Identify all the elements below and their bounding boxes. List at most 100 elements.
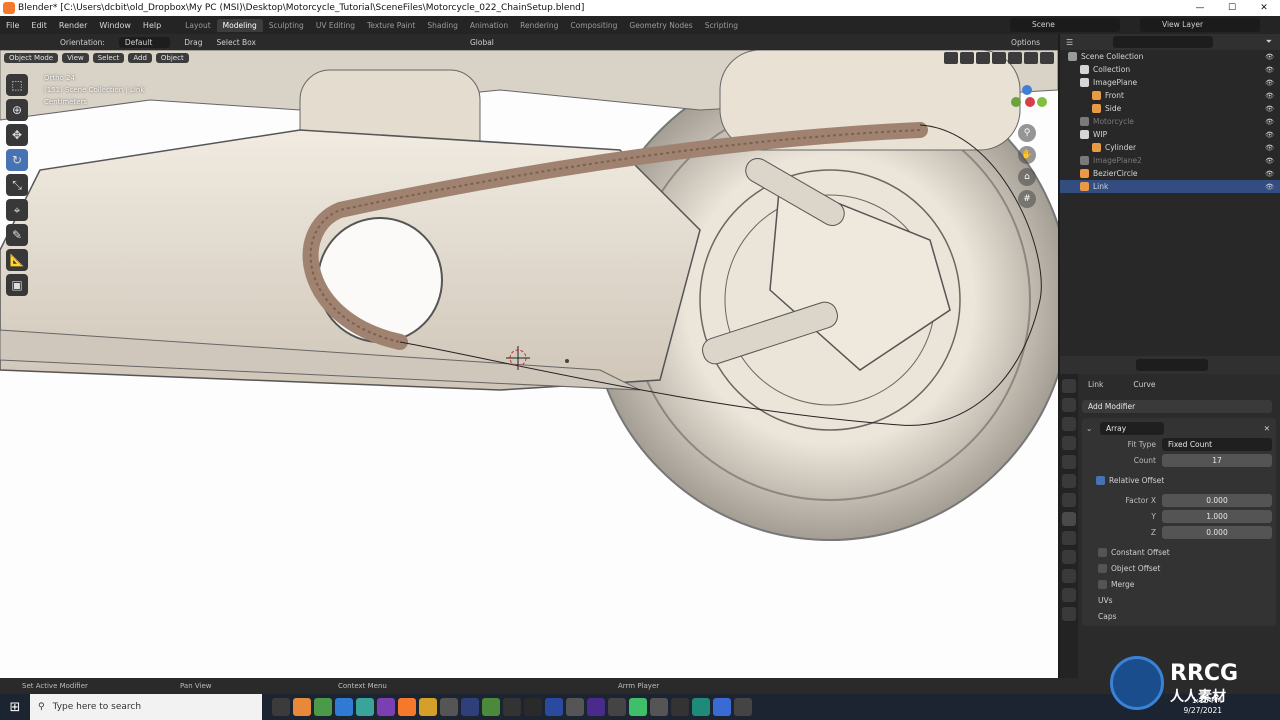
data-tab-icon[interactable] (1062, 588, 1076, 602)
tab-scripting[interactable]: Scripting (699, 19, 744, 32)
tab-animation[interactable]: Animation (464, 19, 514, 32)
menu-help[interactable]: Help (137, 21, 167, 30)
rotate-tool-icon[interactable]: ↻ (6, 149, 28, 171)
app-icon-22[interactable] (712, 698, 731, 716)
curve-control-point[interactable] (565, 359, 569, 363)
close-button[interactable]: ✕ (1248, 0, 1280, 16)
object-menu[interactable]: Object (155, 53, 189, 63)
outliner-row[interactable]: WIP 👁 (1060, 128, 1280, 141)
annotate-tool-icon[interactable]: ✎ (6, 224, 28, 246)
merge-row[interactable]: Merge (1082, 576, 1276, 592)
windows-start-icon[interactable]: ⊞ (0, 700, 30, 715)
count-field[interactable]: 17 (1162, 453, 1272, 467)
blender-app-icon[interactable] (397, 698, 416, 716)
constant-offset-row[interactable]: Constant Offset (1082, 544, 1276, 560)
minimize-button[interactable]: — (1184, 0, 1216, 16)
scene-tab-icon[interactable] (1062, 455, 1076, 469)
select-menu[interactable]: Select (92, 53, 125, 63)
gizmo-toggle[interactable] (960, 52, 974, 64)
app-icon-12[interactable] (502, 698, 521, 716)
factor-x-field[interactable]: 0.000 (1162, 493, 1272, 507)
outliner-row[interactable]: Cylinder 👁 (1060, 141, 1280, 154)
3d-viewport[interactable]: Object Mode View Select Add Object Ortho… (0, 50, 1058, 678)
wireframe-shading[interactable] (992, 52, 1006, 64)
menu-window[interactable]: Window (93, 21, 137, 30)
world-tab-icon[interactable] (1062, 474, 1076, 488)
visibility-eye-icon[interactable]: 👁 (1265, 131, 1274, 139)
axis-gizmo[interactable] (1004, 72, 1050, 118)
measure-tool-icon[interactable]: 📐 (6, 249, 28, 271)
app-icon-18[interactable] (628, 698, 647, 716)
tab-texture-paint[interactable]: Texture Paint (361, 19, 421, 32)
mode-dropdown[interactable]: Object Mode (4, 53, 59, 63)
tab-uv-editing[interactable]: UV Editing (310, 19, 361, 32)
render-tab-icon[interactable] (1062, 398, 1076, 412)
outliner-row[interactable]: Motorcycle 👁 (1060, 115, 1280, 128)
filter-icon[interactable]: ⏷ (1266, 37, 1272, 47)
visibility-eye-icon[interactable]: 👁 (1265, 105, 1274, 113)
visibility-eye-icon[interactable]: 👁 (1265, 118, 1274, 126)
relative-offset-checkbox[interactable] (1096, 475, 1105, 485)
scale-tool-icon[interactable]: ⤡ (6, 174, 28, 196)
particles-tab-icon[interactable] (1062, 531, 1076, 545)
menu-render[interactable]: Render (53, 21, 93, 30)
outliner-row[interactable]: ImagePlane2 👁 (1060, 154, 1280, 167)
transform-tool-icon[interactable]: ⌖ (6, 199, 28, 221)
object-offset-checkbox[interactable] (1098, 563, 1107, 573)
constraints-tab-icon[interactable] (1062, 569, 1076, 583)
outliner-row[interactable]: Side 👁 (1060, 102, 1280, 115)
chrome-icon[interactable] (313, 698, 332, 716)
epic-icon[interactable] (670, 698, 689, 716)
visibility-eye-icon[interactable]: 👁 (1265, 170, 1274, 178)
expand-chevron-icon[interactable]: ⌄ (1086, 424, 1100, 433)
output-tab-icon[interactable] (1062, 417, 1076, 431)
outliner-search-input[interactable] (1113, 36, 1214, 48)
visibility-eye-icon[interactable]: 👁 (1265, 66, 1274, 74)
onenote-icon[interactable] (376, 698, 395, 716)
view-layer-selector[interactable]: View Layer (1140, 18, 1260, 32)
app-icon-9[interactable] (439, 698, 458, 716)
tab-sculpting[interactable]: Sculpting (263, 19, 310, 32)
taskbar-search-input[interactable]: ⚲ Type here to search (30, 694, 262, 720)
outliner-row[interactable]: Link 👁 (1060, 180, 1280, 193)
move-tool-icon[interactable]: ✥ (6, 124, 28, 146)
rendered-shading[interactable] (1040, 52, 1054, 64)
maps-icon[interactable] (355, 698, 374, 716)
menu-edit[interactable]: Edit (25, 21, 53, 30)
modifier-tab-icon[interactable] (1062, 512, 1076, 526)
visibility-eye-icon[interactable]: 👁 (1265, 92, 1274, 100)
select-tool-icon[interactable]: ⬚ (6, 74, 28, 96)
visibility-eye-icon[interactable]: 👁 (1265, 79, 1274, 87)
properties-search-input[interactable] (1136, 359, 1208, 371)
object-tab-icon[interactable] (1062, 493, 1076, 507)
fit-type-dropdown[interactable]: Fixed Count (1162, 437, 1272, 451)
add-cube-tool-icon[interactable]: ▣ (6, 274, 28, 296)
add-modifier-button[interactable]: Add Modifier (1082, 399, 1272, 413)
factor-y-field[interactable]: 1.000 (1162, 509, 1272, 523)
outliner-row[interactable]: ImagePlane 👁 (1060, 76, 1280, 89)
caps-row[interactable]: Caps (1082, 608, 1276, 624)
visibility-eye-icon[interactable]: 👁 (1265, 157, 1274, 165)
tab-geometry-nodes[interactable]: Geometry Nodes (623, 19, 698, 32)
add-menu[interactable]: Add (128, 53, 152, 63)
delete-modifier-icon[interactable]: ✕ (1264, 424, 1270, 433)
outliner-row[interactable]: Front 👁 (1060, 89, 1280, 102)
app-icon-23[interactable] (733, 698, 752, 716)
view-menu[interactable]: View (62, 53, 89, 63)
firefox-icon[interactable] (292, 698, 311, 716)
material-shading[interactable] (1024, 52, 1038, 64)
camera-icon[interactable]: ⌂ (1018, 168, 1036, 186)
blender2-app-icon[interactable] (418, 698, 437, 716)
app-icon-19[interactable] (649, 698, 668, 716)
tab-layout[interactable]: Layout (179, 19, 217, 32)
pan-hand-icon[interactable]: ✋ (1018, 146, 1036, 164)
photoshop-icon[interactable] (460, 698, 479, 716)
tab-rendering[interactable]: Rendering (514, 19, 564, 32)
outliner-row[interactable]: Scene Collection 👁 (1060, 50, 1280, 63)
object-offset-row[interactable]: Object Offset (1082, 560, 1276, 576)
tool-tab-icon[interactable] (1062, 379, 1076, 393)
app-icon-15[interactable] (565, 698, 584, 716)
app-icon-14[interactable] (544, 698, 563, 716)
merge-checkbox[interactable] (1098, 579, 1107, 589)
overlay-toggle[interactable] (944, 52, 958, 64)
